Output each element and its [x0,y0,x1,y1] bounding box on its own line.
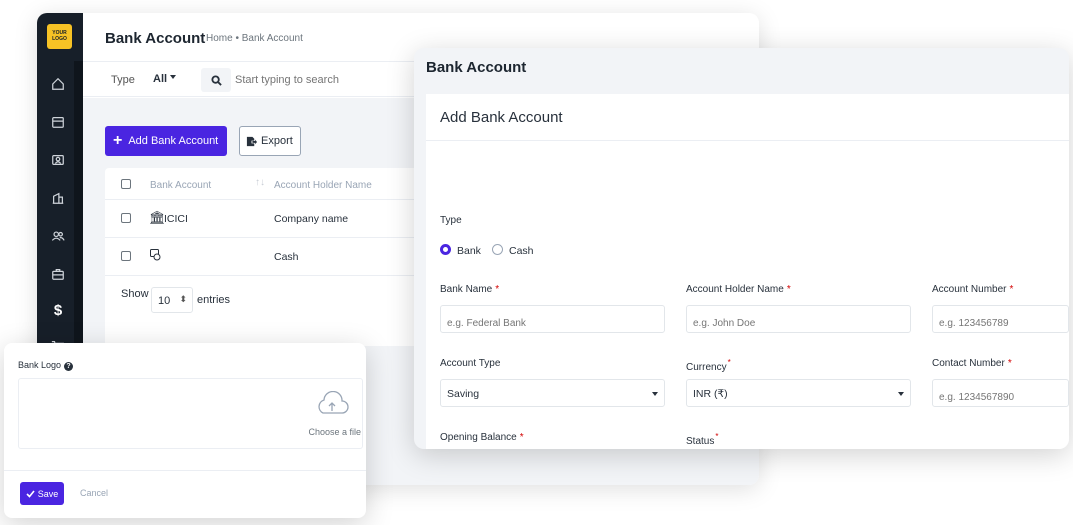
type-radio-bank[interactable] [440,244,451,255]
contact-number-input[interactable] [932,379,1069,407]
cancel-button[interactable]: Cancel [80,488,108,498]
type-radio-cash[interactable] [492,244,503,255]
contact-card-icon[interactable] [49,151,67,169]
account-holder-name-label: Account Holder Name * [686,284,791,295]
add-bank-account-form: Add Bank Account Type Bank Cash Bank Nam… [426,94,1069,449]
account-number-input[interactable] [932,305,1069,333]
bank-name-input[interactable] [440,305,665,333]
choose-file-label[interactable]: Choose a file [308,427,361,437]
modal-title: Bank Account [426,59,527,76]
cash-icon [150,249,161,264]
plus-icon: + [113,132,123,149]
type-filter-dropdown[interactable]: All [153,73,176,85]
type-label: Type [440,215,462,226]
sort-icon[interactable]: ↑↓ [255,177,265,188]
account-type-select[interactable]: Saving [440,379,665,407]
currency-label: Currency* [686,358,731,373]
export-button[interactable]: Export [239,126,301,156]
cloud-upload-icon [318,391,349,414]
export-icon [246,136,257,146]
building-icon[interactable] [49,189,67,207]
briefcase-icon[interactable] [49,265,67,283]
export-label: Export [261,135,293,147]
account-number-label: Account Number * [932,284,1014,295]
bank-name-cell: ICICI [164,213,188,225]
page-title: Bank Account [105,30,206,47]
account-type-label: Account Type [440,358,501,369]
add-bank-account-button[interactable]: + Add Bank Account [105,126,227,156]
search-icon[interactable] [201,68,231,92]
entries-label: entries [197,294,231,306]
app-logo[interactable]: YOUR LOGO [47,24,72,49]
row-checkbox[interactable] [121,213,131,223]
save-label: Save [37,488,59,499]
add-bank-account-modal: Bank Account Add Bank Account Type Bank … [414,48,1069,449]
type-filter-label: Type [111,74,135,86]
select-all-checkbox[interactable] [121,179,131,189]
form-title: Add Bank Account [440,109,563,126]
file-dropzone[interactable]: Choose a file [18,378,363,449]
bank-logo-panel: Bank Logo? Choose a file Save Cancel [4,343,366,518]
row-checkbox[interactable] [121,251,131,261]
form-header: Add Bank Account [426,94,1069,141]
status-label: Status* [686,432,719,447]
help-icon[interactable]: ? [64,362,74,371]
opening-balance-label: Opening Balance * [440,432,524,443]
users-icon[interactable] [49,227,67,245]
show-label: Show [121,288,149,300]
save-button[interactable]: Save [20,482,64,505]
form-footer: Save Cancel [4,470,366,518]
column-header-account-holder[interactable]: Account Holder Name [274,180,372,191]
holder-name-cell: Company name [274,213,349,225]
calendar-icon[interactable] [49,113,67,131]
check-icon [26,489,35,498]
bank-name-label: Bank Name * [440,284,500,295]
dollar-icon[interactable]: $ [49,301,67,319]
page-size-select[interactable]: 10 [151,287,193,313]
bank-logo-label: Bank Logo? [18,360,74,371]
type-radio-cash-label[interactable]: Cash [509,245,534,257]
contact-number-label: Contact Number * [932,358,1012,369]
add-bank-account-label: Add Bank Account [128,135,219,147]
currency-select[interactable]: INR (₹) [686,379,911,407]
home-icon[interactable] [49,75,67,93]
column-header-bank-account[interactable]: Bank Account [150,180,211,191]
account-holder-name-input[interactable] [686,305,911,333]
holder-name-cell: Cash [274,251,299,263]
type-radio-bank-label[interactable]: Bank [457,245,481,257]
breadcrumb[interactable]: Home • Bank Account [206,33,303,44]
